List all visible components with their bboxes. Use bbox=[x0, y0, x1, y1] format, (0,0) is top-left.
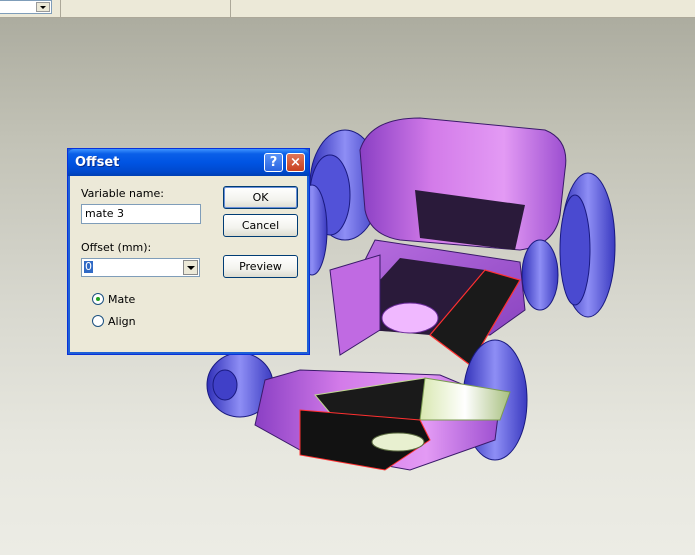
offset-label: Offset (mm): bbox=[81, 241, 152, 254]
close-icon[interactable]: × bbox=[286, 153, 305, 172]
variable-name-label: Variable name: bbox=[81, 187, 164, 200]
help-icon[interactable]: ? bbox=[264, 153, 283, 172]
dialog-titlebar[interactable]: Offset ? × bbox=[68, 149, 309, 176]
align-radio[interactable] bbox=[92, 315, 104, 327]
preview-button[interactable]: Preview bbox=[223, 255, 298, 278]
mate-radio-label[interactable]: Mate bbox=[108, 293, 135, 306]
offset-dialog: Offset ? × Variable name: mate 3 Offset … bbox=[67, 148, 310, 355]
chevron-down-icon[interactable] bbox=[183, 260, 198, 275]
ok-button[interactable]: OK bbox=[223, 186, 298, 209]
align-radio-label[interactable]: Align bbox=[108, 315, 136, 328]
cancel-button[interactable]: Cancel bbox=[223, 214, 298, 237]
offset-value: 0 bbox=[84, 260, 93, 273]
offset-select[interactable]: 0 bbox=[81, 258, 200, 277]
variable-name-input[interactable]: mate 3 bbox=[81, 204, 201, 224]
dialog-title: Offset bbox=[75, 155, 120, 170]
mate-radio[interactable] bbox=[92, 293, 104, 305]
